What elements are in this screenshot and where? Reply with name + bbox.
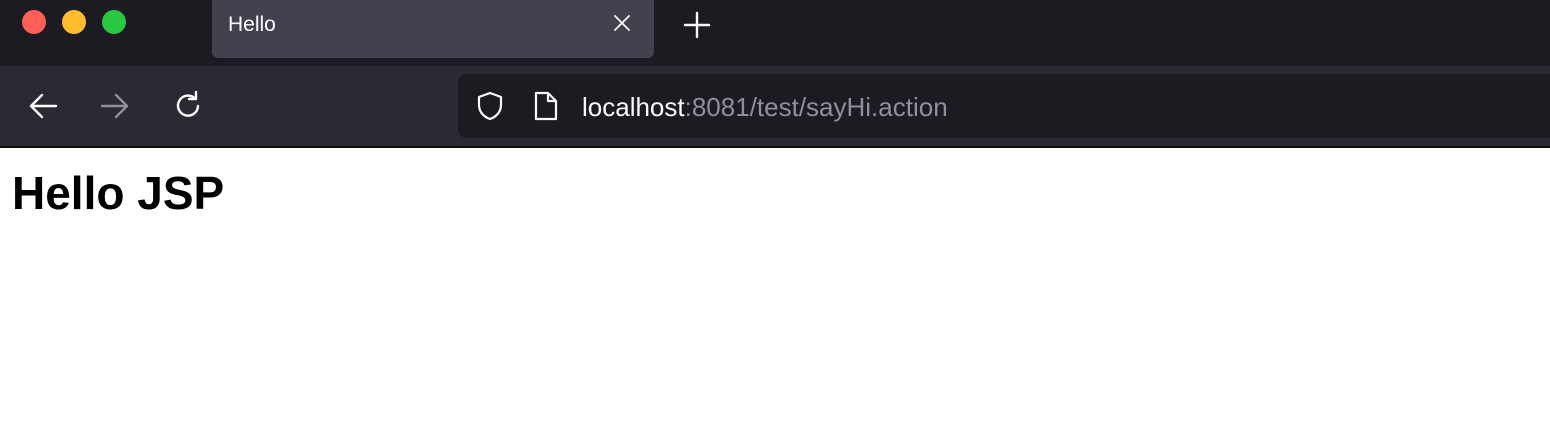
- page-content: Hello JSP: [0, 148, 1550, 430]
- url-host: localhost: [582, 92, 685, 122]
- navigation-toolbar: localhost:8081/test/sayHi.action: [0, 66, 1550, 146]
- url-path: :8081/test/sayHi.action: [684, 92, 948, 122]
- arrow-right-icon[interactable]: [98, 88, 134, 124]
- window-close-button[interactable]: [22, 10, 46, 34]
- document-icon[interactable]: [532, 90, 560, 122]
- browser-window: Hello localhost:8081/test/sayHi.action H…: [0, 0, 1550, 430]
- tab-active[interactable]: Hello: [212, 0, 654, 58]
- window-minimize-button[interactable]: [62, 10, 86, 34]
- tab-title: Hello: [228, 13, 276, 36]
- plus-icon[interactable]: [680, 8, 714, 42]
- url-text[interactable]: localhost:8081/test/sayHi.action: [582, 92, 948, 122]
- reload-icon[interactable]: [170, 88, 206, 124]
- url-bar[interactable]: localhost:8081/test/sayHi.action: [458, 74, 1550, 138]
- shield-icon[interactable]: [474, 90, 506, 122]
- tab-strip: Hello: [0, 0, 1550, 66]
- window-maximize-button[interactable]: [102, 10, 126, 34]
- close-icon[interactable]: [610, 11, 634, 35]
- arrow-left-icon[interactable]: [26, 88, 62, 124]
- page-heading: Hello JSP: [12, 167, 225, 219]
